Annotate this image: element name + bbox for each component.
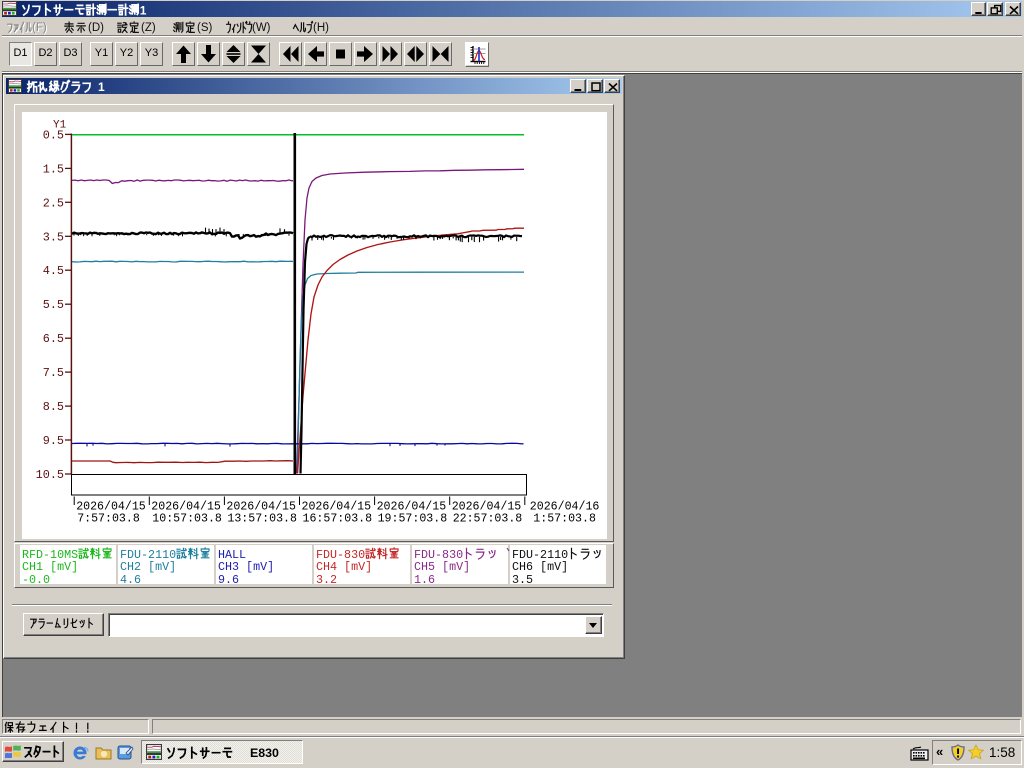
svg-text:Y1: Y1: [53, 120, 67, 132]
svg-text:3.5: 3.5: [43, 230, 64, 244]
svg-text:2.5: 2.5: [43, 196, 64, 210]
svg-text:16:57:03.8: 16:57:03.8: [303, 513, 373, 526]
svg-text:8.5: 8.5: [43, 400, 64, 414]
svg-text:1.5: 1.5: [43, 162, 64, 176]
svg-text:13:57:03.8: 13:57:03.8: [227, 513, 297, 526]
svg-text:1:57:03.8: 1:57:03.8: [533, 513, 596, 526]
svg-text:7:57:03.8: 7:57:03.8: [77, 513, 140, 526]
svg-text:10:57:03.8: 10:57:03.8: [152, 513, 222, 526]
svg-text:7.5: 7.5: [43, 366, 64, 380]
svg-text:22:57:03.8: 22:57:03.8: [453, 513, 523, 526]
svg-text:10.5: 10.5: [36, 468, 64, 482]
svg-text:5.5: 5.5: [43, 298, 64, 312]
svg-text:9.5: 9.5: [43, 434, 64, 448]
svg-text:1: 1: [140, 3, 147, 17]
svg-text:19:57:03.8: 19:57:03.8: [378, 513, 448, 526]
svg-text:4.5: 4.5: [43, 264, 64, 278]
svg-text:6.5: 6.5: [43, 332, 64, 346]
